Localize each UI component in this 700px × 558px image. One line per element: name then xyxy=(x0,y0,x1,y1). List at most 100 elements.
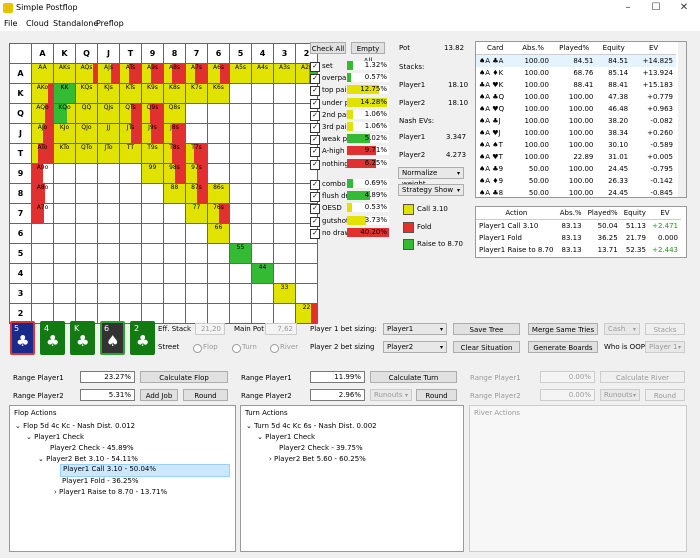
hand-cell[interactable]: AKo xyxy=(31,83,54,104)
hand-cell[interactable] xyxy=(141,203,164,224)
hand-cell[interactable] xyxy=(75,243,98,264)
hand-cell[interactable] xyxy=(119,203,142,224)
hand-cell[interactable]: 99 xyxy=(141,163,164,184)
hand-cell[interactable] xyxy=(251,303,274,324)
hand-cell[interactable] xyxy=(141,283,164,304)
hand-cell[interactable] xyxy=(119,163,142,184)
matrix-col-header[interactable]: 4 xyxy=(251,43,274,64)
close-icon[interactable]: ✕ xyxy=(670,1,698,15)
hand-cell[interactable]: QQ xyxy=(75,103,98,124)
matrix-row-header[interactable]: 7 xyxy=(9,203,32,224)
hand-cell[interactable]: JJ xyxy=(97,123,120,144)
hand-cell[interactable]: A8o xyxy=(31,183,54,204)
category-checkbox[interactable]: ✓ xyxy=(310,180,320,190)
action-table-header[interactable]: Played% xyxy=(584,207,621,220)
hand-cell[interactable] xyxy=(207,123,230,144)
category-checkbox[interactable]: ✓ xyxy=(310,147,320,158)
card-table-header[interactable]: Abs.% xyxy=(514,42,552,55)
hand-cell[interactable]: 97s xyxy=(185,163,208,184)
hand-cell[interactable] xyxy=(229,163,252,184)
hand-cell[interactable] xyxy=(207,143,230,164)
save-tree-button[interactable]: Save Tree xyxy=(453,323,520,335)
hand-cell[interactable]: A7o xyxy=(31,203,54,224)
hand-cell[interactable] xyxy=(229,183,252,204)
strategy-show-select[interactable]: Strategy Show ▾ xyxy=(398,184,464,196)
river-range-p1-input[interactable]: 0.00% xyxy=(540,371,595,383)
hand-cell[interactable]: AKs xyxy=(53,63,76,84)
main-pot-input[interactable]: 7,62 xyxy=(265,323,297,335)
hand-cell[interactable] xyxy=(185,263,208,284)
hand-cell[interactable]: Q9s xyxy=(141,103,164,124)
hand-cell[interactable]: A3s xyxy=(273,63,296,84)
hand-cell[interactable]: T8s xyxy=(163,143,186,164)
hand-cell[interactable] xyxy=(229,143,252,164)
tree-node-p1-call-selected[interactable]: Player1 Call 3.10 - 50.04% xyxy=(60,464,230,477)
hand-cell[interactable] xyxy=(273,83,296,104)
matrix-row-header[interactable]: 5 xyxy=(9,243,32,264)
hand-cell[interactable] xyxy=(141,223,164,244)
hand-cell[interactable] xyxy=(229,83,252,104)
board-card[interactable]: 4 ♣ xyxy=(40,321,65,355)
hand-cell[interactable] xyxy=(163,263,186,284)
hand-cell[interactable]: 44 xyxy=(251,263,274,284)
stacks-button[interactable]: Stacks xyxy=(645,323,685,335)
hand-cell[interactable] xyxy=(229,223,252,244)
table-row[interactable]: Player1 Call 3.10 83.13 50.04 51.13 +2.471 xyxy=(476,220,681,233)
matrix-row-header[interactable]: 6 xyxy=(9,223,32,244)
hand-cell[interactable] xyxy=(273,143,296,164)
hand-cell[interactable] xyxy=(119,283,142,304)
hand-cell[interactable] xyxy=(53,263,76,284)
hand-cell[interactable] xyxy=(97,203,120,224)
hand-cell[interactable]: KJs xyxy=(97,83,120,104)
table-row[interactable]: ♠A ♦9 50.00 100.00 26.33 -0.142 xyxy=(476,175,676,187)
hand-cell[interactable] xyxy=(273,303,296,324)
hand-cell[interactable] xyxy=(97,243,120,264)
menu-cloud[interactable]: Cloud xyxy=(26,19,49,28)
table-row[interactable]: Player1 Fold 83.13 36.25 21.79 0.000 xyxy=(476,232,681,244)
merge-same-tries-button[interactable]: Merge Same Tries xyxy=(528,323,598,335)
category-checkbox[interactable]: ✓ xyxy=(310,123,320,133)
calculate-turn-button[interactable]: Calculate Turn xyxy=(370,371,457,383)
menu-preflop[interactable]: Preflop xyxy=(96,19,124,28)
hand-cell[interactable] xyxy=(295,243,318,264)
hand-cell[interactable] xyxy=(185,123,208,144)
hand-cell[interactable] xyxy=(185,223,208,244)
card-table-header[interactable]: Card xyxy=(476,42,515,55)
table-row[interactable]: ♠A ♣8 50.00 100.00 24.45 -0.845 xyxy=(476,187,676,197)
hand-cell[interactable] xyxy=(97,263,120,284)
matrix-col-header[interactable]: 6 xyxy=(207,43,230,64)
hand-cell[interactable]: KQs xyxy=(75,83,98,104)
check-all-button[interactable]: Check All xyxy=(310,42,346,54)
hand-cell[interactable] xyxy=(207,103,230,124)
matrix-row-header[interactable]: J xyxy=(9,123,32,144)
minimize-icon[interactable]: – xyxy=(614,1,642,15)
river-radio[interactable] xyxy=(270,344,279,353)
hand-cell[interactable] xyxy=(207,243,230,264)
hand-cell[interactable] xyxy=(185,303,208,324)
matrix-col-header[interactable]: 5 xyxy=(229,43,252,64)
hand-cell[interactable]: 87s xyxy=(185,183,208,204)
matrix-row-header[interactable]: 3 xyxy=(9,283,32,304)
hand-cell[interactable] xyxy=(229,263,252,284)
matrix-col-header[interactable]: J xyxy=(97,43,120,64)
card-table-panel[interactable]: Card Abs.% Played% Equity EV ♠A ♣A 100.00 84.51… xyxy=(475,41,687,198)
matrix-col-header[interactable]: 8 xyxy=(163,43,186,64)
p2-bet-sizing-select[interactable]: Player2 ▾ xyxy=(383,341,447,353)
action-table-header[interactable]: EV xyxy=(648,207,681,220)
hand-cell[interactable]: AQo xyxy=(31,103,54,124)
hand-cell[interactable] xyxy=(207,303,230,324)
eff-stack-input[interactable]: 21,20 xyxy=(195,323,225,335)
hand-cell[interactable] xyxy=(163,223,186,244)
hand-cell[interactable]: 55 xyxy=(229,243,252,264)
category-checkbox[interactable]: ✓ xyxy=(310,192,320,203)
hand-cell[interactable]: 77 xyxy=(185,203,208,224)
hand-cell[interactable] xyxy=(251,163,274,184)
tree-node-p1-check[interactable]: ⌄ Player1 Check xyxy=(26,433,84,441)
hand-cell[interactable] xyxy=(119,223,142,244)
hand-cell[interactable] xyxy=(207,283,230,304)
hand-cell[interactable]: JTs xyxy=(119,123,142,144)
card-table-scrollbar[interactable] xyxy=(678,42,686,197)
hand-cell[interactable]: KTo xyxy=(53,143,76,164)
turn-range-p1-input[interactable]: 11.99% xyxy=(310,371,365,383)
hand-cell[interactable] xyxy=(185,283,208,304)
